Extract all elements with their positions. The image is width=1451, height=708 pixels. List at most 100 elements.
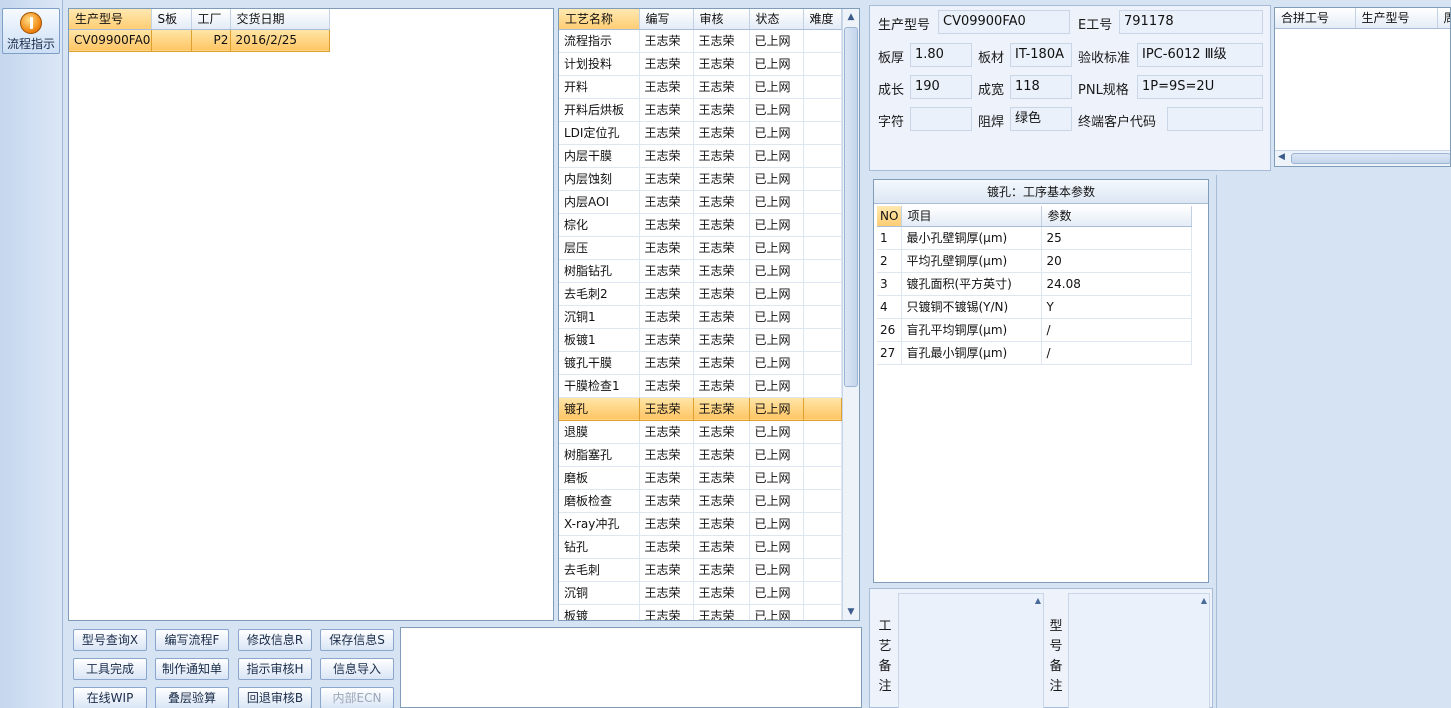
table-row[interactable]: 板镀 王志荣 王志荣 已上网 xyxy=(559,604,842,620)
make-notice-button[interactable]: 制作通知单 xyxy=(155,658,229,680)
stack-check-button[interactable]: 叠层验算 xyxy=(155,687,229,708)
cell-no: 4 xyxy=(877,295,902,319)
column-header-merged-week[interactable]: 周 xyxy=(1437,8,1450,29)
acceptance-field[interactable]: IPC-6012 Ⅲ级 xyxy=(1137,43,1263,67)
table-row[interactable]: 板镀1 王志荣 王志荣 已上网 xyxy=(559,328,842,352)
cell-process-name: 去毛刺2 xyxy=(559,282,640,306)
table-row[interactable]: 27 盲孔最小铜厚(μm) / xyxy=(877,341,1192,365)
return-review-button[interactable]: 回退审核B xyxy=(238,687,312,708)
model-field[interactable]: CV09900FA0 xyxy=(938,10,1070,34)
table-row[interactable]: CV09900FA0 P2 2016/2/25 xyxy=(69,29,330,52)
table-row[interactable]: 沉铜1 王志荣 王志荣 已上网 xyxy=(559,305,842,329)
table-row[interactable]: 内层蚀刻 王志荣 王志荣 已上网 xyxy=(559,167,842,191)
table-row[interactable]: 开料后烘板 王志荣 王志荣 已上网 xyxy=(559,98,842,122)
table-row[interactable]: 2 平均孔壁铜厚(μm) 20 xyxy=(877,249,1192,273)
scroll-up-icon[interactable]: ▲ xyxy=(1201,596,1207,605)
length-field[interactable]: 190 xyxy=(910,75,972,99)
customer-field[interactable] xyxy=(1167,107,1263,131)
cell-value: / xyxy=(1041,318,1192,342)
scrollbar-thumb[interactable] xyxy=(844,27,858,387)
model-query-button[interactable]: 型号查询X xyxy=(73,629,147,651)
table-row[interactable]: 镀孔 王志荣 王志荣 已上网 xyxy=(559,397,842,421)
table-row[interactable]: X-ray冲孔 王志荣 王志荣 已上网 xyxy=(559,512,842,536)
info-import-button[interactable]: 信息导入 xyxy=(320,658,394,680)
process-list-scrollbar[interactable]: ▲ ▼ xyxy=(842,9,859,620)
table-row[interactable]: 棕化 王志荣 王志荣 已上网 xyxy=(559,213,842,237)
table-row[interactable]: 层压 王志荣 王志荣 已上网 xyxy=(559,236,842,260)
table-row[interactable]: 磨板检查 王志荣 王志荣 已上网 xyxy=(559,489,842,513)
table-row[interactable]: 树脂钻孔 王志荣 王志荣 已上网 xyxy=(559,259,842,283)
column-header-difficulty[interactable]: 难度 xyxy=(803,9,842,30)
save-info-button[interactable]: 保存信息S xyxy=(320,629,394,651)
write-flow-button[interactable]: 编写流程F xyxy=(155,629,229,651)
cell-reviewer: 王志荣 xyxy=(693,98,750,122)
table-row[interactable]: 内层AOI 王志荣 王志荣 已上网 xyxy=(559,190,842,214)
table-row[interactable]: 树脂塞孔 王志荣 王志荣 已上网 xyxy=(559,443,842,467)
table-row[interactable]: 去毛刺 王志荣 王志荣 已上网 xyxy=(559,558,842,582)
table-row[interactable]: 流程指示 王志荣 王志荣 已上网 xyxy=(559,29,842,53)
table-row[interactable]: 沉铜 王志荣 王志荣 已上网 xyxy=(559,581,842,605)
table-row[interactable]: 3 镀孔面积(平方英寸) 24.08 xyxy=(877,272,1192,296)
table-row[interactable]: 退膜 王志荣 王志荣 已上网 xyxy=(559,420,842,444)
cell-status: 已上网 xyxy=(749,420,804,444)
column-header-merged-no[interactable]: 合拼工号 xyxy=(1275,8,1356,29)
cell-process-name: 退膜 xyxy=(559,420,640,444)
process-remark-field[interactable]: ▲ xyxy=(898,593,1044,708)
width-field[interactable]: 118 xyxy=(1010,75,1072,99)
flow-indication-button[interactable]: 流程指示 xyxy=(2,8,60,54)
indication-review-button[interactable]: 指示审核H xyxy=(238,658,312,680)
table-row[interactable]: 去毛刺2 王志荣 王志荣 已上网 xyxy=(559,282,842,306)
cell-difficulty xyxy=(803,282,842,306)
column-header-no[interactable]: NO xyxy=(877,206,902,227)
table-row[interactable]: 镀孔干膜 王志荣 王志荣 已上网 xyxy=(559,351,842,375)
column-header-status[interactable]: 状态 xyxy=(749,9,804,30)
table-row[interactable]: 内层干膜 王志荣 王志荣 已上网 xyxy=(559,144,842,168)
column-header-s-board[interactable]: S板 xyxy=(151,9,192,30)
e-no-field[interactable]: 791178 xyxy=(1119,10,1263,34)
table-row[interactable]: 开料 王志荣 王志荣 已上网 xyxy=(559,75,842,99)
table-row[interactable]: 磨板 王志荣 王志荣 已上网 xyxy=(559,466,842,490)
length-label: 成长 xyxy=(878,83,905,98)
scroll-down-icon[interactable]: ▼ xyxy=(843,604,859,620)
internal-ecn-button[interactable]: 内部ECN xyxy=(320,687,394,708)
legend-field[interactable] xyxy=(910,107,972,131)
column-header-merged-model[interactable]: 生产型号 xyxy=(1355,8,1438,29)
cell-process-name: 沉铜 xyxy=(559,581,640,605)
scroll-up-icon[interactable]: ▲ xyxy=(1035,596,1041,605)
cell-writer: 王志荣 xyxy=(639,259,694,283)
column-header-reviewer[interactable]: 审核 xyxy=(693,9,750,30)
column-header-factory[interactable]: 工厂 xyxy=(191,9,231,30)
cell-difficulty xyxy=(803,489,842,513)
material-label: 板材 xyxy=(978,51,1005,66)
table-row[interactable]: 钻孔 王志荣 王志荣 已上网 xyxy=(559,535,842,559)
column-header-item[interactable]: 项目 xyxy=(901,206,1042,227)
column-header-writer[interactable]: 编写 xyxy=(639,9,694,30)
scroll-up-icon[interactable]: ▲ xyxy=(843,9,859,25)
column-header-process-name[interactable]: 工艺名称 xyxy=(559,9,640,30)
column-header-delivery-date[interactable]: 交货日期 xyxy=(230,9,330,30)
mask-field[interactable]: 绿色 xyxy=(1010,107,1072,131)
merged-list-hscrollbar[interactable]: ◀ xyxy=(1275,150,1450,166)
table-row[interactable]: 1 最小孔壁铜厚(μm) 25 xyxy=(877,226,1192,250)
cell-process-name: 内层蚀刻 xyxy=(559,167,640,191)
column-header-value[interactable]: 参数 xyxy=(1041,206,1192,227)
model-remark-field[interactable]: ▲ xyxy=(1068,593,1210,708)
table-row[interactable]: LDI定位孔 王志荣 王志荣 已上网 xyxy=(559,121,842,145)
column-header-model[interactable]: 生产型号 xyxy=(69,9,152,30)
scroll-left-icon[interactable]: ◀ xyxy=(1278,152,1285,162)
hscrollbar-thumb[interactable] xyxy=(1291,153,1450,164)
table-row[interactable]: 计划投料 王志荣 王志荣 已上网 xyxy=(559,52,842,76)
thickness-field[interactable]: 1.80 xyxy=(910,43,972,67)
table-row[interactable]: 4 只镀铜不镀锡(Y/N) Y xyxy=(877,295,1192,319)
material-field[interactable]: IT-180A xyxy=(1010,43,1072,67)
table-row[interactable]: 26 盲孔平均铜厚(μm) / xyxy=(877,318,1192,342)
message-box[interactable] xyxy=(400,627,862,708)
pnl-field[interactable]: 1P=9S=2U xyxy=(1137,75,1263,99)
cell-difficulty xyxy=(803,604,842,620)
cell-writer: 王志荣 xyxy=(639,604,694,620)
modify-info-button[interactable]: 修改信息R xyxy=(238,629,312,651)
cell-writer: 王志荣 xyxy=(639,397,694,421)
tool-complete-button[interactable]: 工具完成 xyxy=(73,658,147,680)
table-row[interactable]: 干膜检查1 王志荣 王志荣 已上网 xyxy=(559,374,842,398)
online-wip-button[interactable]: 在线WIP xyxy=(73,687,147,708)
